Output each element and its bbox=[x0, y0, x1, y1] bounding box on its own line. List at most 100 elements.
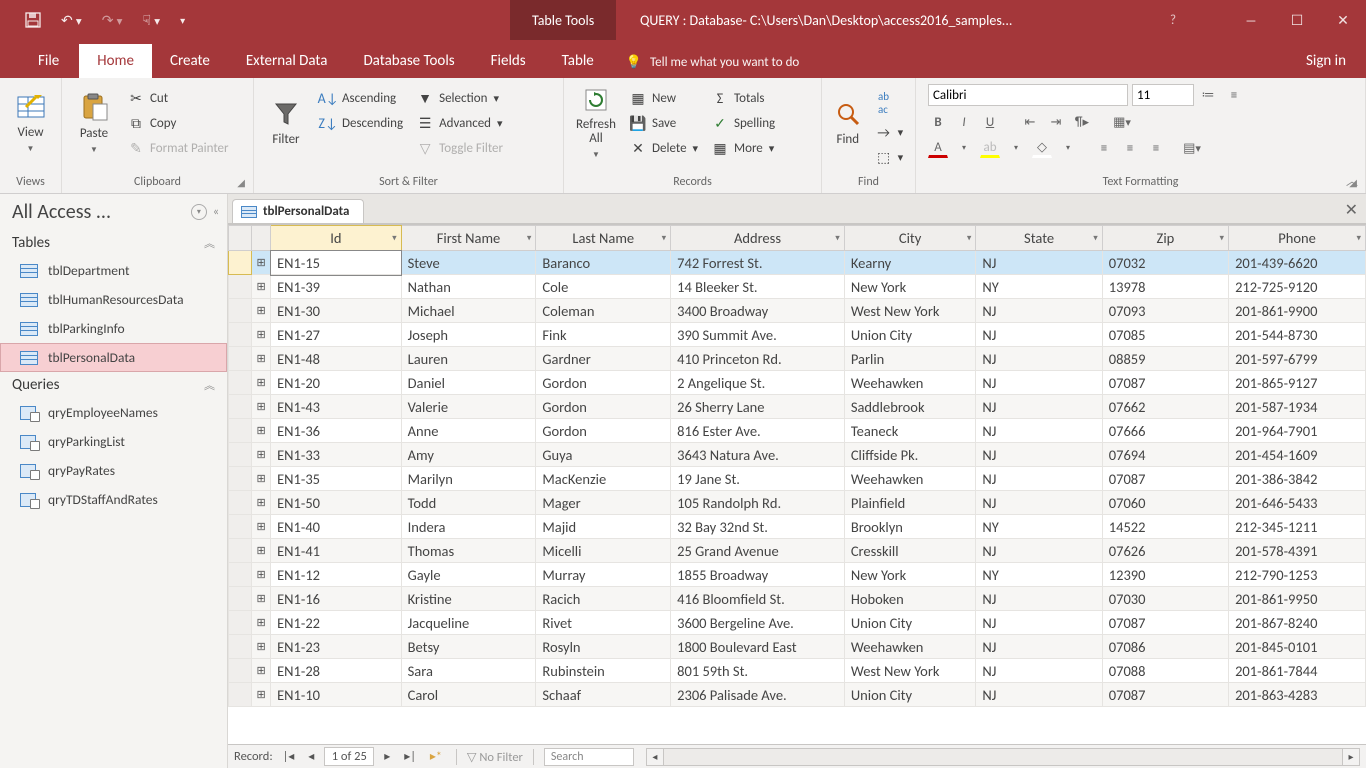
row-selector[interactable] bbox=[229, 443, 252, 467]
data-cell[interactable]: NJ bbox=[976, 635, 1102, 659]
filter-button[interactable]: Filter bbox=[262, 84, 310, 162]
data-cell[interactable]: Cole bbox=[536, 275, 671, 299]
table-row[interactable]: ⊞EN1-33AmyGuya3643 Natura Ave.Cliffside … bbox=[229, 443, 1366, 467]
record-search-input[interactable] bbox=[544, 748, 634, 766]
data-cell[interactable]: 201-597-6799 bbox=[1229, 347, 1366, 371]
data-cell[interactable]: NJ bbox=[976, 539, 1102, 563]
data-cell[interactable]: 07626 bbox=[1102, 539, 1228, 563]
row-selector[interactable] bbox=[229, 251, 252, 275]
tab-create[interactable]: Create bbox=[152, 44, 228, 78]
data-cell[interactable]: West New York bbox=[844, 299, 976, 323]
data-cell[interactable]: Cresskill bbox=[844, 539, 976, 563]
data-cell[interactable]: 742 Forrest St. bbox=[671, 251, 845, 275]
data-cell[interactable]: EN1-10 bbox=[271, 683, 402, 707]
expand-row-icon[interactable]: ⊞ bbox=[252, 323, 271, 347]
first-record-icon[interactable]: |◂ bbox=[279, 749, 299, 764]
table-row[interactable]: ⊞EN1-20DanielGordon2 Angelique St.Weehaw… bbox=[229, 371, 1366, 395]
data-cell[interactable]: Gayle bbox=[401, 563, 536, 587]
data-cell[interactable]: Gordon bbox=[536, 371, 671, 395]
nav-section-queries[interactable]: Queries︽ bbox=[0, 372, 227, 398]
data-cell[interactable]: NY bbox=[976, 275, 1102, 299]
data-cell[interactable]: NJ bbox=[976, 419, 1102, 443]
tab-fields[interactable]: Fields bbox=[473, 44, 544, 78]
help-icon[interactable]: ? bbox=[1170, 13, 1176, 28]
data-cell[interactable]: EN1-36 bbox=[271, 419, 402, 443]
row-selector[interactable] bbox=[229, 395, 252, 419]
data-cell[interactable]: NJ bbox=[976, 251, 1102, 275]
data-cell[interactable]: 32 Bay 32nd St. bbox=[671, 515, 845, 539]
data-cell[interactable]: 07087 bbox=[1102, 683, 1228, 707]
row-selector[interactable] bbox=[229, 419, 252, 443]
advanced-button[interactable]: ☰Advanced ▾ bbox=[413, 113, 507, 134]
data-cell[interactable]: Amy bbox=[401, 443, 536, 467]
data-cell[interactable]: 212-725-9120 bbox=[1229, 275, 1366, 299]
column-dropdown-icon[interactable]: ▾ bbox=[1356, 233, 1361, 244]
table-row[interactable]: ⊞EN1-30MichaelColeman3400 BroadwayWest N… bbox=[229, 299, 1366, 323]
more-button[interactable]: ▦More ▾ bbox=[708, 138, 779, 159]
nav-query-item[interactable]: qryTDStaffAndRates bbox=[0, 485, 227, 514]
expand-row-icon[interactable]: ⊞ bbox=[252, 419, 271, 443]
data-cell[interactable]: Weehawken bbox=[844, 371, 976, 395]
table-row[interactable]: ⊞EN1-10CarolSchaaf2306 Palisade Ave.Unio… bbox=[229, 683, 1366, 707]
data-cell[interactable]: EN1-16 bbox=[271, 587, 402, 611]
data-cell[interactable]: Rivet bbox=[536, 611, 671, 635]
data-cell[interactable]: 212-790-1253 bbox=[1229, 563, 1366, 587]
data-cell[interactable]: NJ bbox=[976, 395, 1102, 419]
nav-table-item[interactable]: tblParkingInfo bbox=[0, 314, 227, 343]
data-cell[interactable]: NJ bbox=[976, 611, 1102, 635]
data-cell[interactable]: 25 Grand Avenue bbox=[671, 539, 845, 563]
remove-sort-button[interactable] bbox=[316, 138, 407, 142]
numbering-icon[interactable]: ≡ bbox=[1224, 85, 1244, 105]
tab-database-tools[interactable]: Database Tools bbox=[345, 44, 472, 78]
minimize-icon[interactable]: ― bbox=[1228, 0, 1274, 40]
data-cell[interactable]: Indera bbox=[401, 515, 536, 539]
fill-color-icon[interactable]: ◇ bbox=[1032, 138, 1052, 158]
data-cell[interactable]: Daniel bbox=[401, 371, 536, 395]
replace-button[interactable]: abac bbox=[872, 88, 907, 118]
data-cell[interactable]: NJ bbox=[976, 347, 1102, 371]
data-cell[interactable]: 07694 bbox=[1102, 443, 1228, 467]
column-header[interactable]: Address▾ bbox=[671, 226, 845, 251]
data-cell[interactable]: 201-867-8240 bbox=[1229, 611, 1366, 635]
tell-me-search[interactable]: 💡 Tell me what you want to do bbox=[612, 47, 814, 78]
highlight-drop[interactable]: ▾ bbox=[1006, 138, 1026, 158]
row-selector[interactable] bbox=[229, 515, 252, 539]
bullets-icon[interactable]: ≔ bbox=[1198, 85, 1218, 105]
expand-row-icon[interactable]: ⊞ bbox=[252, 635, 271, 659]
ascending-button[interactable]: A↓Ascending bbox=[316, 88, 407, 109]
table-row[interactable]: ⊞EN1-15SteveBaranco742 Forrest St.Kearny… bbox=[229, 251, 1366, 275]
new-record-nav-icon[interactable]: ▸* bbox=[426, 749, 446, 764]
row-selector[interactable] bbox=[229, 539, 252, 563]
row-selector[interactable] bbox=[229, 299, 252, 323]
data-cell[interactable]: 07087 bbox=[1102, 467, 1228, 491]
table-row[interactable]: ⊞EN1-12GayleMurray1855 BroadwayNew YorkN… bbox=[229, 563, 1366, 587]
new-record-button[interactable]: ▦New bbox=[626, 88, 702, 109]
expand-row-icon[interactable]: ⊞ bbox=[252, 683, 271, 707]
column-dropdown-icon[interactable]: ▾ bbox=[835, 233, 840, 244]
underline-icon[interactable]: U bbox=[980, 112, 1000, 132]
data-cell[interactable]: West New York bbox=[844, 659, 976, 683]
nav-title[interactable]: All Access ... bbox=[12, 200, 191, 224]
data-cell[interactable]: EN1-28 bbox=[271, 659, 402, 683]
data-cell[interactable]: Majid bbox=[536, 515, 671, 539]
record-position[interactable]: 1 of 25 bbox=[324, 747, 374, 766]
ltr-icon[interactable]: ¶▸ bbox=[1072, 112, 1092, 132]
data-cell[interactable]: Michael bbox=[401, 299, 536, 323]
gridlines-icon[interactable]: ▦▾ bbox=[1112, 112, 1132, 132]
data-cell[interactable]: NJ bbox=[976, 683, 1102, 707]
data-cell[interactable]: Kearny bbox=[844, 251, 976, 275]
data-cell[interactable]: 07087 bbox=[1102, 611, 1228, 635]
bold-icon[interactable]: B bbox=[928, 112, 948, 132]
data-cell[interactable]: 201-439-6620 bbox=[1229, 251, 1366, 275]
column-dropdown-icon[interactable]: ▾ bbox=[527, 233, 532, 244]
data-cell[interactable]: Weehawken bbox=[844, 635, 976, 659]
table-row[interactable]: ⊞EN1-41ThomasMicelli25 Grand AvenueCress… bbox=[229, 539, 1366, 563]
data-cell[interactable]: EN1-43 bbox=[271, 395, 402, 419]
column-header[interactable]: Last Name▾ bbox=[536, 226, 671, 251]
data-cell[interactable]: 201-964-7901 bbox=[1229, 419, 1366, 443]
paste-button[interactable]: Paste ▼ bbox=[70, 84, 118, 162]
data-cell[interactable]: Todd bbox=[401, 491, 536, 515]
selection-button[interactable]: ▼Selection ▾ bbox=[413, 88, 507, 109]
font-size-input[interactable] bbox=[1132, 84, 1194, 106]
data-cell[interactable]: Gardner bbox=[536, 347, 671, 371]
